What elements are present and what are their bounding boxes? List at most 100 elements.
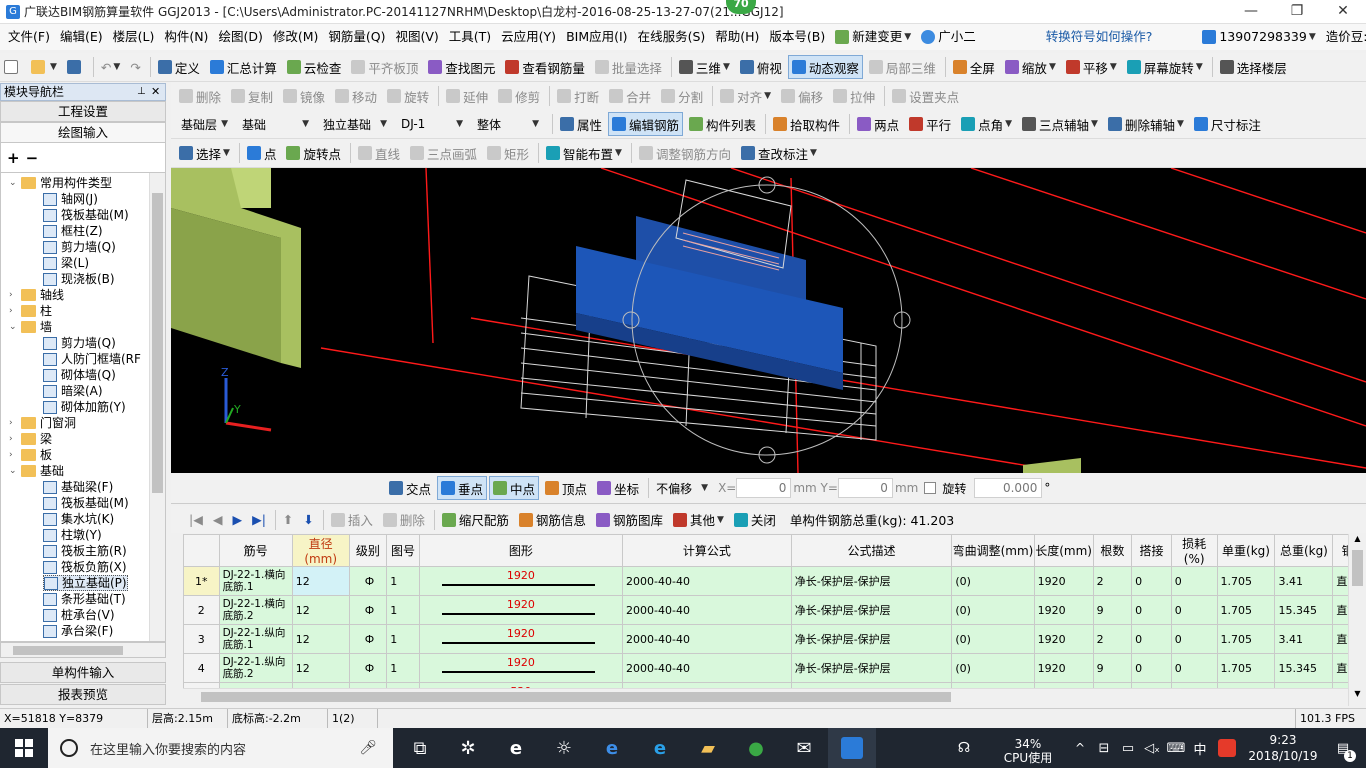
table-header-13[interactable]: 单重(kg)	[1216, 534, 1276, 567]
tree-item-11[interactable]: 人防门框墙(RF	[43, 351, 141, 367]
table-header-9[interactable]: 长度(mm)	[1033, 534, 1094, 567]
table-header-0[interactable]	[183, 534, 220, 567]
tb2-items-btn-9[interactable]: 分割	[657, 84, 707, 108]
tb2-items-btn-0[interactable]: 删除	[175, 84, 225, 108]
table-header-1[interactable]: 筋号	[218, 534, 293, 567]
tb4-items-btn-5[interactable]: 矩形	[483, 141, 533, 165]
tb2-items-btn-11[interactable]: 偏移	[777, 84, 827, 108]
save-button[interactable]	[63, 55, 88, 79]
cell-formula[interactable]: 2000-40-40	[622, 624, 792, 654]
tb1-items-btn-5[interactable]: 查看钢筋量	[501, 55, 589, 79]
cell-type[interactable]: 直筋	[1332, 566, 1348, 596]
cell-count[interactable]: 2	[1092, 624, 1133, 654]
close-button[interactable]: ✕	[1320, 0, 1366, 24]
adjacent-model[interactable]	[1023, 458, 1081, 473]
undo-button[interactable]: ↶ ▼	[97, 55, 124, 79]
move-down-button[interactable]: ⬇	[299, 508, 317, 532]
cell-unit[interactable]: 1.705	[1216, 624, 1276, 654]
table-scroll-thumb[interactable]	[1352, 550, 1363, 586]
tree-item-25[interactable]: 独立基础(P)	[43, 575, 128, 591]
table-hscroll-thumb[interactable]	[201, 692, 951, 702]
rebar-tb-items-btn-0[interactable]: 插入	[327, 508, 377, 532]
cell-count[interactable]: 2	[1092, 566, 1133, 596]
tb4-items-btn-7[interactable]: 调整钢筋方向	[635, 141, 735, 165]
cell-grade[interactable]: Ф	[348, 595, 388, 625]
windows-start-icon[interactable]	[0, 728, 48, 768]
tb1-items-btn-0[interactable]: 定义	[154, 55, 204, 79]
table-header-14[interactable]: 总重(kg)	[1274, 534, 1334, 567]
close-panel-icon[interactable]: ✕	[151, 84, 165, 100]
tree-scroll-thumb[interactable]	[152, 193, 163, 493]
tree-item-26[interactable]: 条形基础(T)	[43, 591, 126, 607]
tb2-items-btn-8[interactable]: 合并	[605, 84, 655, 108]
cell-total[interactable]: 3.41	[1274, 624, 1334, 654]
3d-viewport[interactable]: Z Y	[171, 168, 1366, 473]
menu-item-4[interactable]: 绘图(D)	[213, 24, 267, 50]
component-select[interactable]: DJ-1 ▼	[397, 114, 467, 134]
tree-expander-icon[interactable]: ›	[9, 447, 19, 463]
tb1-items-btn-7[interactable]: 三维 ▼	[675, 55, 734, 79]
table-header-12[interactable]: 损耗(%)	[1170, 534, 1218, 567]
cell-no[interactable]: 2	[183, 595, 220, 625]
table-row[interactable]: 1* DJ-22-1.横向底筋.1 12 Ф 1 1920 2000-40-40 净长-保护层…	[183, 566, 1348, 596]
cell-total[interactable]: 15.345	[1274, 653, 1334, 683]
tb2-items-btn-2[interactable]: 镜像	[279, 84, 329, 108]
shear-wall-model[interactable]	[171, 168, 301, 368]
tb1-items-btn-12[interactable]: 缩放 ▼	[1001, 55, 1060, 79]
mail-icon[interactable]: ✉	[780, 728, 828, 768]
tree-item-10[interactable]: 剪力墙(Q)	[43, 335, 116, 351]
cell-name[interactable]: DJ-22-1.纵向底筋.2	[218, 653, 293, 683]
cell-unit[interactable]: 1.705	[1216, 566, 1276, 596]
rebar-tb-items-btn-4[interactable]: 钢筋图库	[592, 508, 667, 532]
tb1-items-btn-4[interactable]: 查找图元	[424, 55, 499, 79]
menu-item-9[interactable]: 云应用(Y)	[496, 24, 561, 50]
tb2-items-btn-7[interactable]: 打断	[553, 84, 603, 108]
cell-grade[interactable]: Ф	[348, 653, 388, 683]
tree-item-23[interactable]: 筏板主筋(R)	[43, 543, 127, 559]
cell-fig[interactable]: 1	[386, 653, 420, 683]
tree-item-12[interactable]: 砌体墙(Q)	[43, 367, 116, 383]
tb1-items-btn-13[interactable]: 平移 ▼	[1062, 55, 1121, 79]
rebar-tb-items-btn-2[interactable]: 缩尺配筋	[438, 508, 513, 532]
help-link[interactable]: 转换符号如何操作?	[1041, 24, 1158, 50]
snap-items-btn-0[interactable]: 交点	[385, 476, 435, 500]
tree-expander-icon[interactable]: ›	[9, 431, 19, 447]
tree-expander-icon[interactable]: ›	[9, 287, 19, 303]
cell-len[interactable]: 1920	[1033, 595, 1094, 625]
cell-no[interactable]: 4	[183, 653, 220, 683]
cell-loss[interactable]: 0	[1170, 624, 1218, 654]
tb4-items-btn-4[interactable]: 三点画弧	[406, 141, 481, 165]
isolated-foundation-model[interactable]	[576, 216, 843, 390]
cell-desc[interactable]: 净长-保护层-保护层	[790, 595, 953, 625]
tree-item-18[interactable]: ⌄ 基础	[9, 463, 64, 479]
cell-len[interactable]: 1920	[1033, 653, 1094, 683]
cell-loss[interactable]: 0	[1170, 595, 1218, 625]
sogou-ime-icon[interactable]	[1212, 728, 1242, 768]
table-vscrollbar[interactable]: ▲ ▼	[1348, 534, 1366, 706]
new-file-button[interactable]	[0, 55, 25, 79]
tree-item-16[interactable]: › 梁	[9, 431, 52, 447]
rebar-tb-items-btn-5[interactable]: 其他 ▼	[669, 508, 728, 532]
menu-item-5[interactable]: 修改(M)	[268, 24, 324, 50]
tb1-items-btn-14[interactable]: 屏幕旋转 ▼	[1123, 55, 1207, 79]
cost-bean[interactable]: 造价豆:0	[1321, 24, 1366, 50]
rebar-tb-items-btn-6[interactable]: 关闭	[730, 508, 780, 532]
tree-item-17[interactable]: › 板	[9, 447, 52, 463]
cell-loss[interactable]: 0	[1170, 566, 1218, 596]
cell-type[interactable]: 直筋	[1332, 624, 1348, 654]
x-offset-input[interactable]: 0	[736, 478, 792, 498]
cell-fig[interactable]: 1	[386, 566, 420, 596]
tree-item-5[interactable]: 梁(L)	[43, 255, 89, 271]
menu-item-13[interactable]: 版本号(B)	[764, 24, 830, 50]
snap-items-btn-2[interactable]: 中点	[489, 476, 540, 500]
tb1-items-btn-2[interactable]: 云检查	[283, 55, 346, 79]
menu-item-0[interactable]: 文件(F)	[3, 24, 55, 50]
menu-item-8[interactable]: 工具(T)	[444, 24, 496, 50]
tb3-items-btn-8[interactable]: 删除辅轴 ▼	[1104, 112, 1188, 136]
ie-blue-icon[interactable]: e	[636, 728, 684, 768]
tree-item-15[interactable]: › 门窗洞	[9, 415, 76, 431]
menu-item-7[interactable]: 视图(V)	[390, 24, 443, 50]
tb3-items-btn-5[interactable]: 平行	[905, 112, 955, 136]
tree-item-22[interactable]: 柱墩(Y)	[43, 527, 102, 543]
tree-expander-icon[interactable]: ⌄	[9, 319, 19, 335]
